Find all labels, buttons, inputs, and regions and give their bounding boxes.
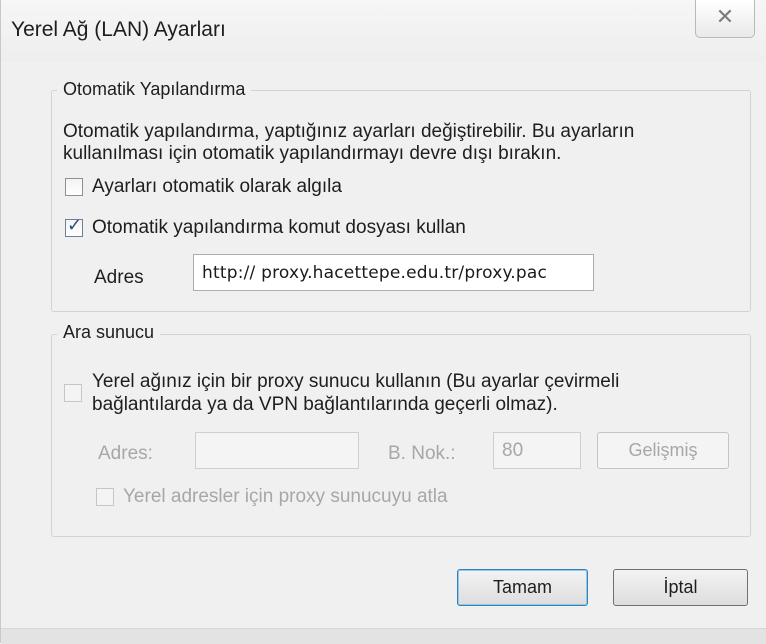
- use-proxy-label-line2[interactable]: bağlantılarda ya da VPN bağlantılarında …: [92, 393, 558, 417]
- proxy-group-label: Ara sunucu: [57, 322, 161, 343]
- proxy-address-input[interactable]: [195, 432, 359, 469]
- auto-config-description-line1: Otomatik yapılandırma, yaptığınız ayarla…: [63, 121, 635, 142]
- config-script-label[interactable]: Otomatik yapılandırma komut dosyası kull…: [92, 216, 466, 240]
- config-script-checkbox[interactable]: [65, 215, 83, 237]
- dialog-title: Yerel Ağ (LAN) Ayarları: [11, 18, 226, 41]
- close-button[interactable]: ✕: [695, 0, 755, 38]
- bypass-local-label[interactable]: Yerel adresler için proxy sunucuyu atla: [123, 485, 448, 509]
- use-proxy-checkbox[interactable]: [64, 384, 82, 402]
- use-proxy-label-line1[interactable]: Yerel ağınız için bir proxy sunucu kulla…: [92, 370, 619, 394]
- ok-button[interactable]: Tamam: [457, 569, 588, 606]
- advanced-button[interactable]: Gelişmiş: [597, 432, 729, 469]
- proxy-port-value: 80: [502, 439, 524, 461]
- proxy-port-label: B. Nok.:: [388, 443, 456, 464]
- proxy-address-label: Adres:: [98, 443, 153, 464]
- auto-detect-checkbox[interactable]: [65, 178, 83, 196]
- cancel-button[interactable]: İptal: [613, 569, 748, 606]
- lan-settings-dialog: Yerel Ağ (LAN) Ayarları ✕ Otomatik Yapıl…: [0, 0, 766, 644]
- bypass-local-checkbox[interactable]: [96, 488, 114, 506]
- proxy-port-input[interactable]: 80: [493, 432, 581, 469]
- auto-config-group-label: Otomatik Yapılandırma: [57, 79, 252, 100]
- auto-detect-label[interactable]: Ayarları otomatik olarak algıla: [92, 175, 342, 199]
- auto-config-description-line2: kullanılması için otomatik yapılandırmay…: [63, 143, 562, 164]
- script-address-input[interactable]: http:// proxy.hacettepe.edu.tr/proxy.pac: [193, 254, 594, 291]
- script-address-value: http:// proxy.hacettepe.edu.tr/proxy.pac: [202, 262, 548, 283]
- title-bar[interactable]: Yerel Ağ (LAN) Ayarları ✕: [1, 0, 766, 62]
- script-address-label: Adres: [94, 267, 144, 288]
- dialog-bottom-border: [1, 628, 766, 644]
- close-icon: ✕: [715, 4, 735, 29]
